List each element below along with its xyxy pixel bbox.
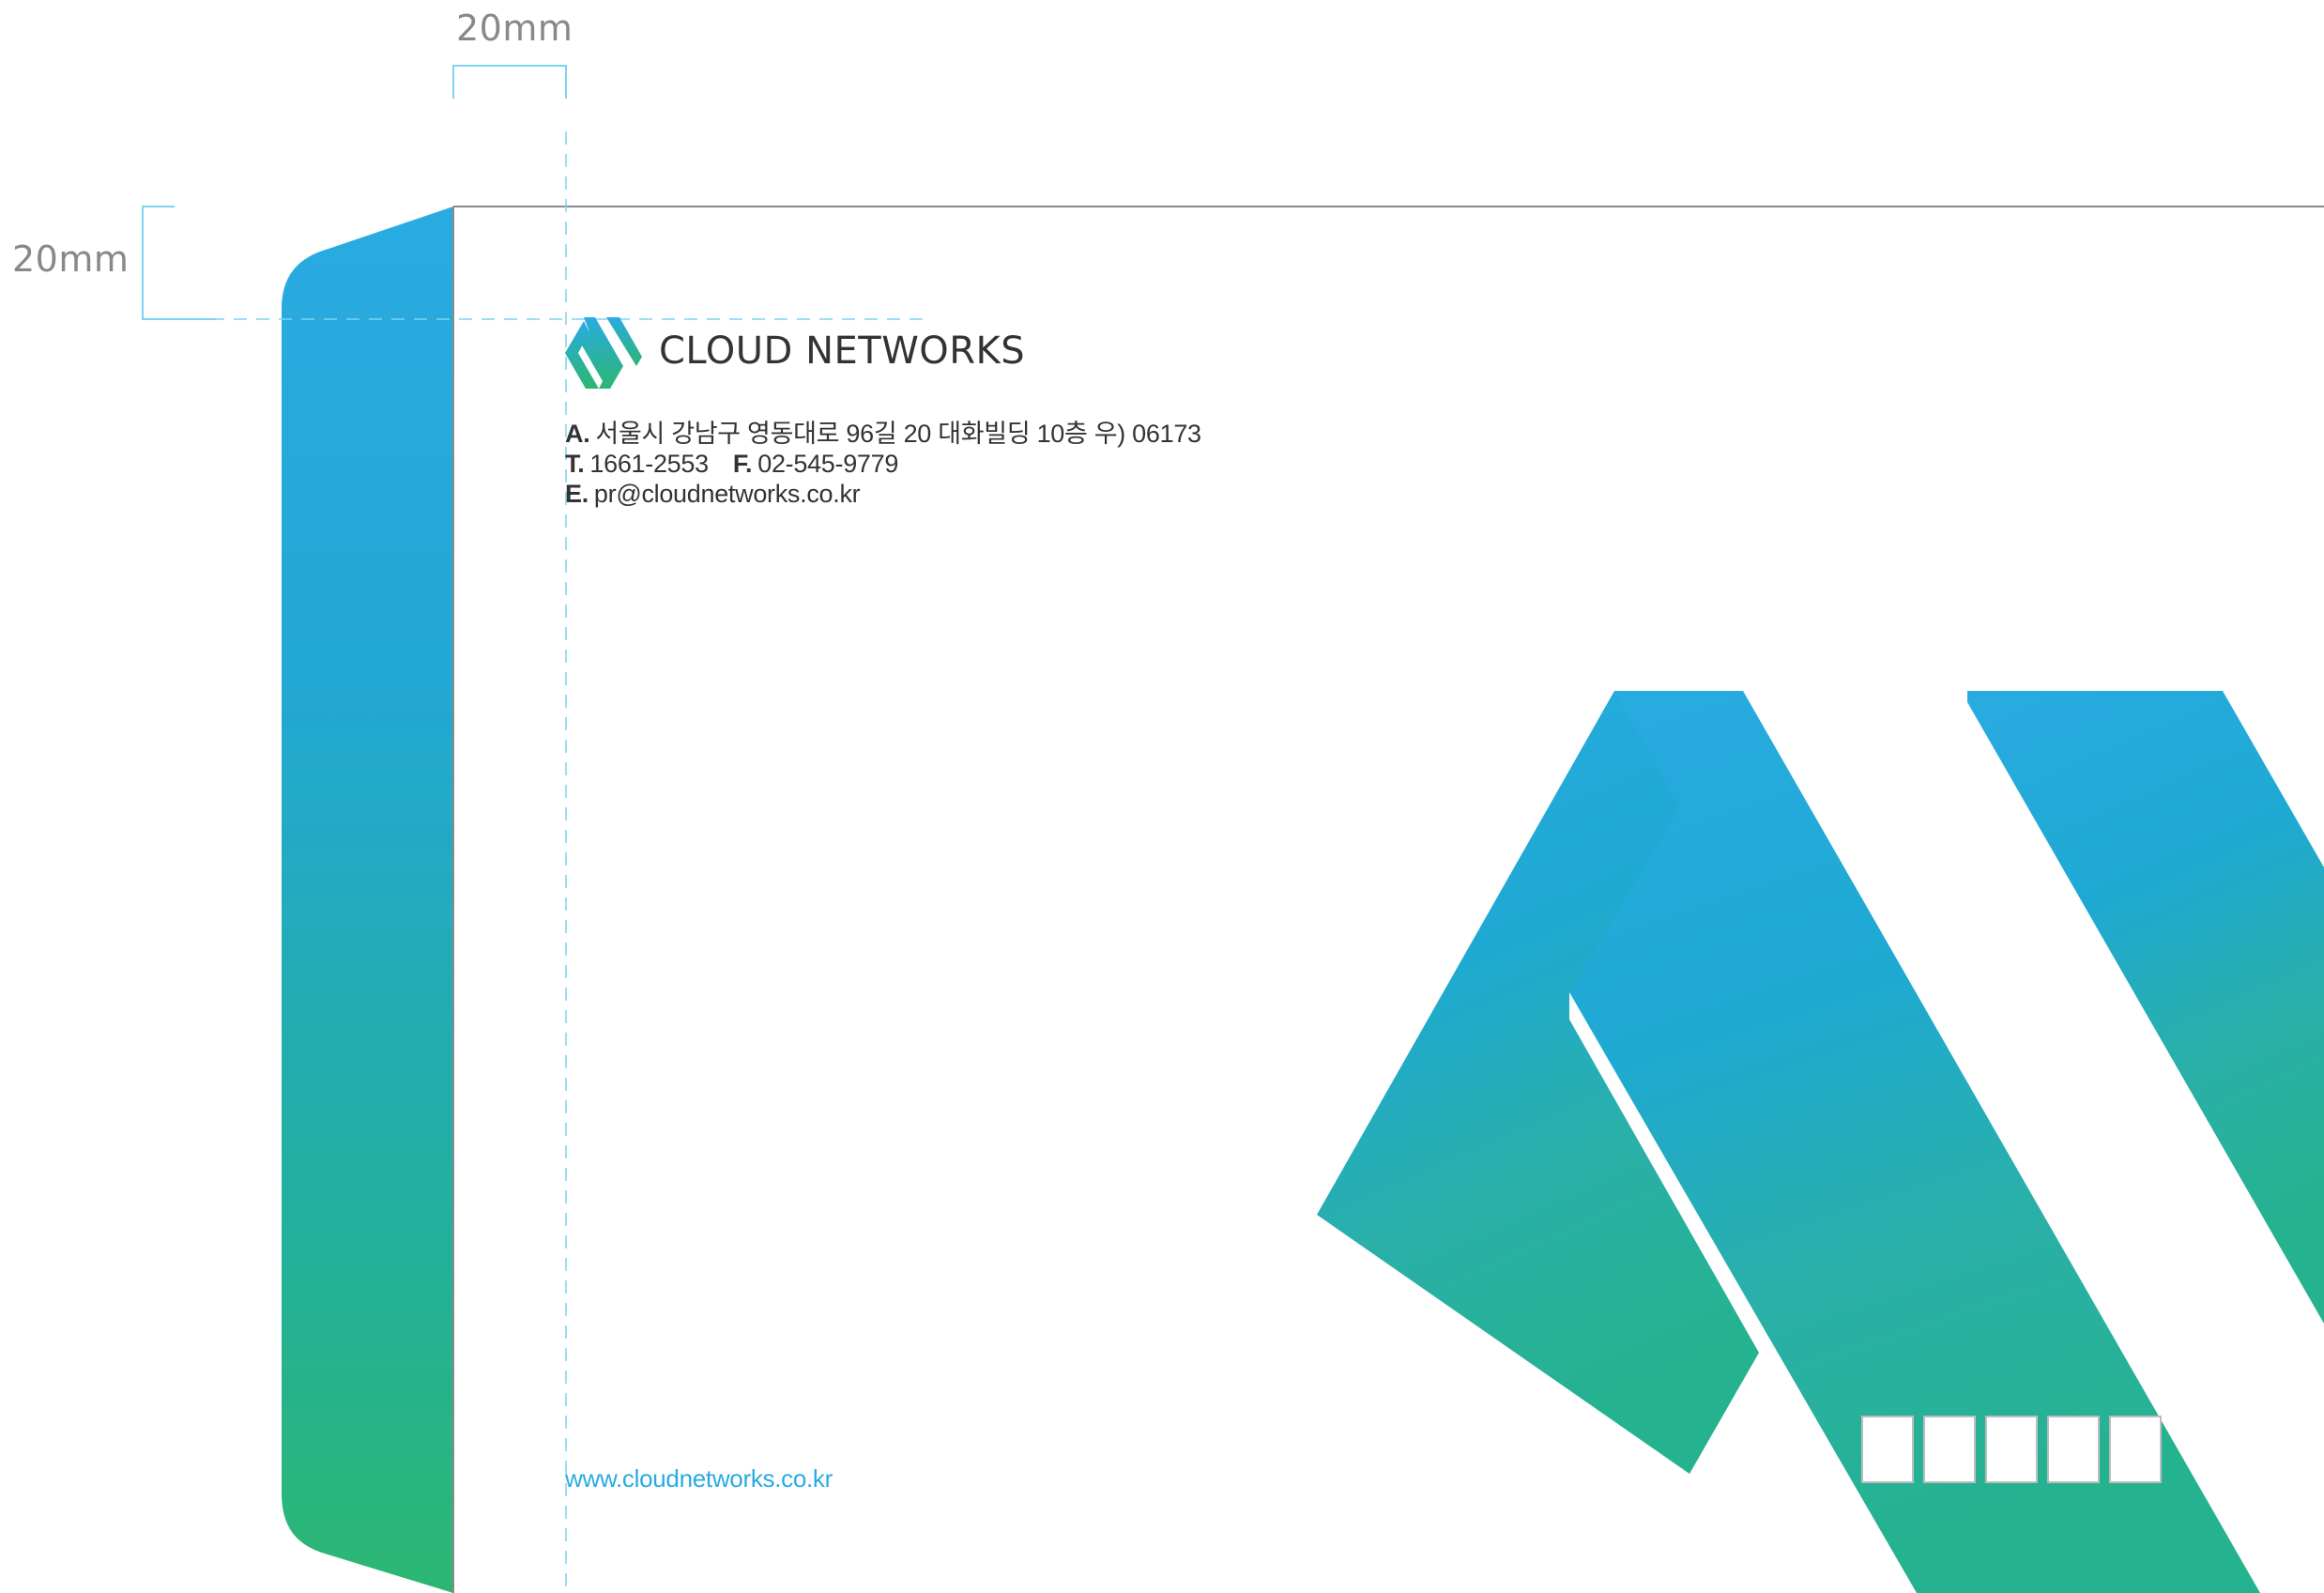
envelope-side-flap [282, 207, 453, 1593]
postal-code-box [1985, 1416, 2038, 1483]
dimension-bracket-left [142, 206, 216, 320]
fax-key: F. [732, 450, 753, 478]
envelope-artwork [142, 65, 2324, 1593]
email-key: E. [565, 480, 589, 508]
dimension-bracket-top [452, 65, 567, 99]
email-value: pr@cloudnetworks.co.kr [593, 480, 861, 508]
envelope-design: 20mm 20mm CLOUD NETWORKS A. 서울시 강남구 영동대로 … [0, 0, 2324, 1593]
phone-fax-row: T. 1661-2553 F. 02-545-9779 [565, 449, 1201, 479]
email-row: E. pr@cloudnetworks.co.kr [565, 479, 1201, 509]
address-key: A. [565, 420, 590, 448]
website-url: www.cloudnetworks.co.kr [565, 1464, 833, 1493]
postal-code-box [1923, 1416, 1976, 1483]
fax-value: 02-545-9779 [757, 450, 899, 478]
brand-name: CLOUD NETWORKS [659, 329, 1026, 373]
postal-code-boxes [1861, 1416, 2171, 1483]
dimension-label-left: 20mm [12, 238, 130, 280]
address-value: 서울시 강남구 영동대로 96길 20 대화빌딩 10층 우) 06173 [595, 420, 1201, 448]
phone-value: 1661-2553 [589, 450, 709, 478]
brand-logo: CLOUD NETWORKS [565, 317, 1025, 389]
cloud-networks-logo-icon [565, 317, 642, 389]
phone-key: T. [565, 450, 585, 478]
postal-code-box [2109, 1416, 2162, 1483]
dimension-label-top: 20mm [456, 8, 573, 49]
postal-code-box [1861, 1416, 1914, 1483]
address-row: A. 서울시 강남구 영동대로 96길 20 대화빌딩 10층 우) 06173 [565, 419, 1201, 449]
contact-info: A. 서울시 강남구 영동대로 96길 20 대화빌딩 10층 우) 06173 … [565, 419, 1201, 509]
postal-code-box [2047, 1416, 2100, 1483]
